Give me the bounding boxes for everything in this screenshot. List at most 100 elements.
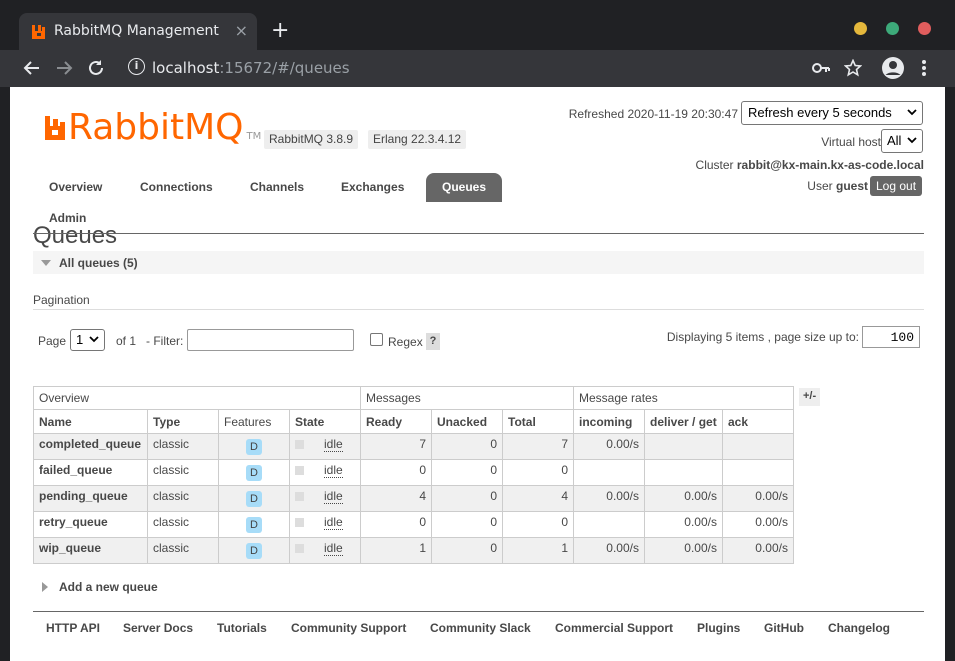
queue-total: 0 (502, 459, 574, 486)
queue-ready: 7 (360, 433, 432, 460)
page-number-select[interactable]: 1 (70, 329, 105, 351)
col-unacked[interactable]: Unacked (431, 409, 503, 434)
state-indicator-icon (295, 544, 304, 553)
col-features: Features (218, 409, 290, 434)
state-text: idle (324, 515, 343, 530)
table-row[interactable]: pending_queue classic D idle 4 0 4 0.00/… (33, 485, 794, 512)
key-icon[interactable] (812, 61, 830, 75)
queue-type: classic (147, 459, 219, 486)
footer-link-github[interactable]: GitHub (764, 621, 804, 635)
col-total[interactable]: Total (502, 409, 574, 434)
page-number-value: 1 (76, 332, 84, 347)
regex-help-button[interactable]: ? (426, 333, 440, 350)
col-ack[interactable]: ack (722, 409, 794, 434)
tab-queues[interactable]: Queues (426, 173, 503, 202)
management-page: RabbitMQ TM RabbitMQ 3.8.9 Erlang 22.3.4.… (10, 87, 945, 661)
tab-exchanges[interactable]: Exchanges (341, 173, 404, 202)
queue-name-link[interactable]: retry_queue (33, 511, 148, 538)
minimize-window-button[interactable] (854, 22, 867, 35)
queue-unacked: 0 (431, 511, 503, 538)
regex-checkbox[interactable] (370, 333, 383, 346)
tab-overview[interactable]: Overview (49, 173, 102, 202)
bookmark-star-icon[interactable] (844, 59, 862, 77)
footer-link-tutorials[interactable]: Tutorials (217, 621, 267, 635)
logo-wordmark: RabbitMQ TM (68, 107, 261, 148)
queue-name-link[interactable]: wip_queue (33, 537, 148, 564)
queue-features: D (218, 537, 290, 564)
queue-unacked: 0 (431, 459, 503, 486)
back-arrow-icon[interactable] (23, 59, 41, 77)
durable-badge: D (246, 439, 262, 455)
queue-incoming-rate: 0.00/s (573, 537, 645, 564)
queue-deliver-rate: 0.00/s (644, 485, 723, 512)
queue-name-link[interactable]: pending_queue (33, 485, 148, 512)
durable-badge: D (246, 465, 262, 481)
cluster-info: Cluster rabbit@kx-main.kx-as-code.local (696, 158, 924, 172)
footer-link-server-docs[interactable]: Server Docs (123, 621, 193, 635)
page-size-input[interactable]: 100 (862, 326, 920, 348)
queue-incoming-rate: 0.00/s (573, 433, 645, 460)
queue-unacked: 0 (431, 433, 503, 460)
reload-icon[interactable] (87, 59, 105, 77)
group-messages: Messages (360, 386, 574, 410)
queue-features: D (218, 485, 290, 512)
queue-state: idle (289, 511, 361, 538)
col-ready[interactable]: Ready (360, 409, 432, 434)
queue-name-link[interactable]: completed_queue (33, 433, 148, 460)
close-window-button[interactable] (918, 22, 931, 35)
profile-avatar-icon[interactable] (881, 56, 905, 80)
state-indicator-icon (295, 440, 304, 449)
queue-ack-rate: 0.00/s (722, 537, 794, 564)
footer-link-commercial-support[interactable]: Commercial Support (555, 621, 673, 635)
queue-state: idle (289, 433, 361, 460)
footer-link-changelog[interactable]: Changelog (828, 621, 890, 635)
table-row[interactable]: retry_queue classic D idle 0 0 0 0.00/s … (33, 511, 794, 538)
col-state[interactable]: State (289, 409, 361, 434)
nav-divider (33, 233, 924, 234)
toggle-columns-button[interactable]: +/- (799, 388, 821, 406)
table-row[interactable]: completed_queue classic D idle 7 0 7 0.0… (33, 433, 794, 460)
queue-ready: 4 (360, 485, 432, 512)
footer-link-plugins[interactable]: Plugins (697, 621, 740, 635)
refresh-interval-select[interactable]: Refresh every 5 seconds (741, 101, 923, 125)
browser-tab[interactable]: RabbitMQ Management × (19, 13, 257, 50)
add-queue-section-toggle[interactable]: Add a new queue (33, 580, 158, 594)
forward-arrow-icon[interactable] (55, 59, 73, 77)
all-queues-label: All queues (5) (59, 256, 138, 270)
all-queues-section-toggle[interactable]: All queues (5) (33, 251, 924, 274)
tab-close-icon[interactable]: × (235, 21, 248, 40)
chevron-down-icon (907, 137, 917, 144)
site-info-icon[interactable]: i (128, 58, 145, 75)
footer-link-http-api[interactable]: HTTP API (46, 621, 100, 635)
logout-button[interactable]: Log out (870, 176, 923, 196)
queue-name-link[interactable]: failed_queue (33, 459, 148, 486)
user-info: User guest (807, 179, 868, 193)
durable-badge: D (246, 491, 262, 507)
queue-features: D (218, 459, 290, 486)
browser-menu-icon[interactable] (921, 59, 927, 77)
table-row[interactable]: failed_queue classic D idle 0 0 0 (33, 459, 794, 486)
tab-channels[interactable]: Channels (250, 173, 304, 202)
queue-total: 0 (502, 511, 574, 538)
col-name[interactable]: Name (33, 409, 148, 434)
logo-tm: TM (246, 131, 262, 142)
maximize-window-button[interactable] (886, 22, 899, 35)
footer-link-community-support[interactable]: Community Support (291, 621, 406, 635)
col-deliver-get[interactable]: deliver / get (644, 409, 723, 434)
tab-connections[interactable]: Connections (140, 173, 213, 202)
footer-link-community-slack[interactable]: Community Slack (430, 621, 531, 635)
filter-input[interactable] (187, 329, 354, 351)
url-path: :15672/#/queues (219, 59, 350, 77)
state-indicator-icon (295, 492, 304, 501)
virtual-host-select[interactable]: All (881, 129, 923, 153)
queue-deliver-rate: 0.00/s (644, 511, 723, 538)
cluster-name: rabbit@kx-main.kx-as-code.local (736, 158, 924, 172)
queue-ready: 0 (360, 459, 432, 486)
queue-ack-rate: 0.00/s (722, 485, 794, 512)
new-tab-button[interactable]: + (271, 18, 289, 44)
table-row[interactable]: wip_queue classic D idle 1 0 1 0.00/s 0.… (33, 537, 794, 564)
rabbitmq-version-badge: RabbitMQ 3.8.9 (264, 130, 359, 149)
col-incoming[interactable]: incoming (573, 409, 645, 434)
address-bar[interactable]: localhost:15672/#/queues (152, 59, 350, 77)
col-type[interactable]: Type (147, 409, 219, 434)
